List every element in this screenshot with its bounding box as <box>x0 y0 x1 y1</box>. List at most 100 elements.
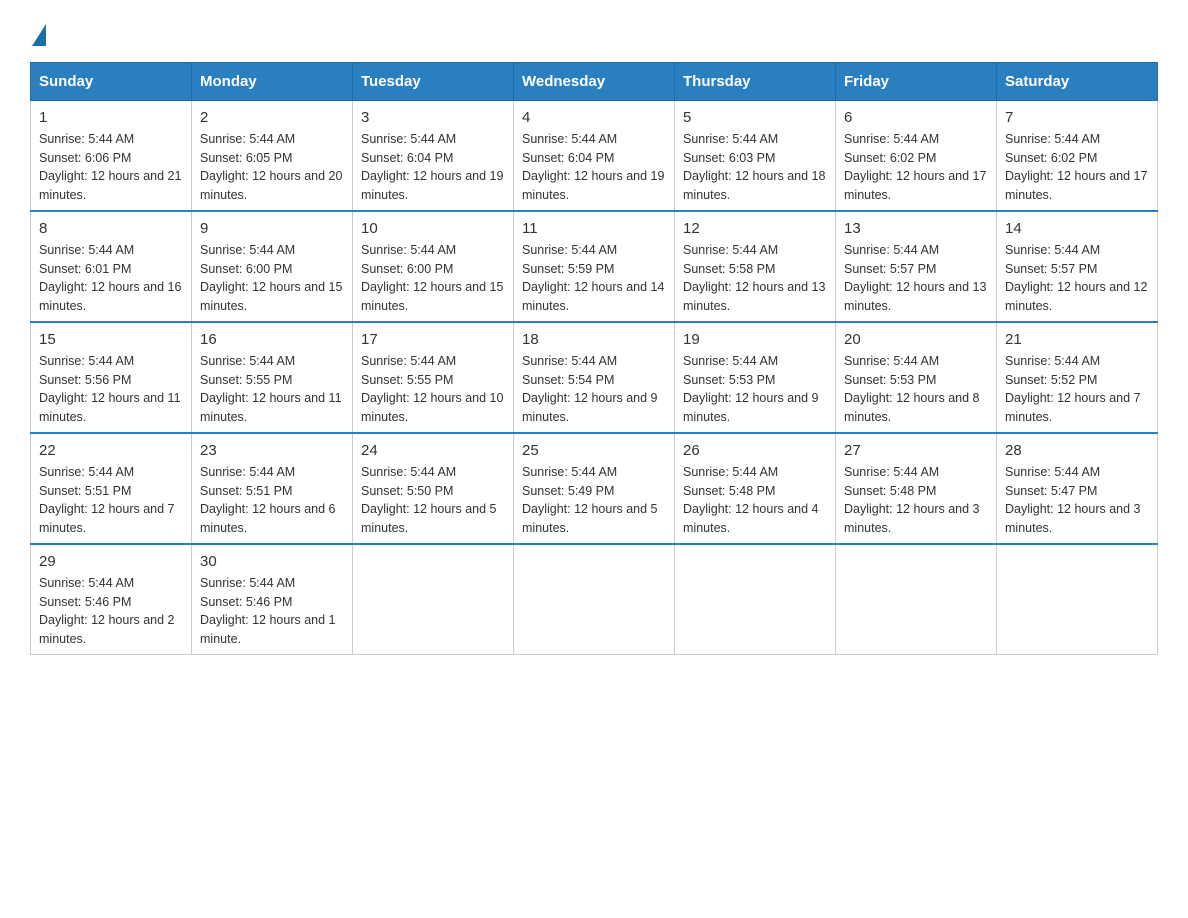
daylight-info: Daylight: 12 hours and 19 minutes. <box>361 169 503 202</box>
sunset-info: Sunset: 5:51 PM <box>200 484 292 498</box>
calendar-cell: 1 Sunrise: 5:44 AM Sunset: 6:06 PM Dayli… <box>31 101 192 212</box>
calendar-cell: 5 Sunrise: 5:44 AM Sunset: 6:03 PM Dayli… <box>675 101 836 212</box>
calendar-cell: 15 Sunrise: 5:44 AM Sunset: 5:56 PM Dayl… <box>31 322 192 433</box>
sunset-info: Sunset: 5:54 PM <box>522 373 614 387</box>
sunset-info: Sunset: 6:00 PM <box>200 262 292 276</box>
sunset-info: Sunset: 5:55 PM <box>361 373 453 387</box>
calendar-cell: 10 Sunrise: 5:44 AM Sunset: 6:00 PM Dayl… <box>353 211 514 322</box>
sunrise-info: Sunrise: 5:44 AM <box>844 132 939 146</box>
sunset-info: Sunset: 6:03 PM <box>683 151 775 165</box>
calendar-cell: 14 Sunrise: 5:44 AM Sunset: 5:57 PM Dayl… <box>997 211 1158 322</box>
calendar-cell: 19 Sunrise: 5:44 AM Sunset: 5:53 PM Dayl… <box>675 322 836 433</box>
sunset-info: Sunset: 5:46 PM <box>39 595 131 609</box>
day-number: 26 <box>683 440 827 461</box>
logo-triangle-icon <box>32 24 46 46</box>
sunset-info: Sunset: 5:52 PM <box>1005 373 1097 387</box>
sunset-info: Sunset: 5:55 PM <box>200 373 292 387</box>
sunrise-info: Sunrise: 5:44 AM <box>39 465 134 479</box>
sunset-info: Sunset: 5:51 PM <box>39 484 131 498</box>
day-number: 2 <box>200 107 344 128</box>
logo <box>30 20 46 42</box>
sunrise-info: Sunrise: 5:44 AM <box>1005 243 1100 257</box>
daylight-info: Daylight: 12 hours and 18 minutes. <box>683 169 825 202</box>
sunrise-info: Sunrise: 5:44 AM <box>522 132 617 146</box>
daylight-info: Daylight: 12 hours and 10 minutes. <box>361 391 503 424</box>
day-number: 21 <box>1005 329 1149 350</box>
sunrise-info: Sunrise: 5:44 AM <box>361 465 456 479</box>
calendar-table: SundayMondayTuesdayWednesdayThursdayFrid… <box>30 62 1158 655</box>
calendar-week-row: 29 Sunrise: 5:44 AM Sunset: 5:46 PM Dayl… <box>31 544 1158 655</box>
sunset-info: Sunset: 6:02 PM <box>1005 151 1097 165</box>
day-number: 10 <box>361 218 505 239</box>
sunrise-info: Sunrise: 5:44 AM <box>683 354 778 368</box>
sunrise-info: Sunrise: 5:44 AM <box>844 243 939 257</box>
daylight-info: Daylight: 12 hours and 19 minutes. <box>522 169 664 202</box>
daylight-info: Daylight: 12 hours and 5 minutes. <box>522 502 658 535</box>
sunset-info: Sunset: 5:46 PM <box>200 595 292 609</box>
sunset-info: Sunset: 6:01 PM <box>39 262 131 276</box>
sunrise-info: Sunrise: 5:44 AM <box>39 354 134 368</box>
sunrise-info: Sunrise: 5:44 AM <box>683 465 778 479</box>
sunrise-info: Sunrise: 5:44 AM <box>200 354 295 368</box>
calendar-cell <box>836 544 997 655</box>
sunset-info: Sunset: 5:53 PM <box>683 373 775 387</box>
sunrise-info: Sunrise: 5:44 AM <box>39 243 134 257</box>
day-number: 22 <box>39 440 183 461</box>
day-number: 16 <box>200 329 344 350</box>
sunrise-info: Sunrise: 5:44 AM <box>522 465 617 479</box>
daylight-info: Daylight: 12 hours and 12 minutes. <box>1005 280 1147 313</box>
day-number: 8 <box>39 218 183 239</box>
daylight-info: Daylight: 12 hours and 3 minutes. <box>844 502 980 535</box>
day-number: 12 <box>683 218 827 239</box>
sunrise-info: Sunrise: 5:44 AM <box>844 465 939 479</box>
sunset-info: Sunset: 6:04 PM <box>522 151 614 165</box>
column-header-saturday: Saturday <box>997 63 1158 101</box>
daylight-info: Daylight: 12 hours and 20 minutes. <box>200 169 342 202</box>
calendar-cell: 13 Sunrise: 5:44 AM Sunset: 5:57 PM Dayl… <box>836 211 997 322</box>
sunrise-info: Sunrise: 5:44 AM <box>683 243 778 257</box>
calendar-cell: 28 Sunrise: 5:44 AM Sunset: 5:47 PM Dayl… <box>997 433 1158 544</box>
daylight-info: Daylight: 12 hours and 11 minutes. <box>200 391 342 424</box>
day-number: 23 <box>200 440 344 461</box>
calendar-cell: 17 Sunrise: 5:44 AM Sunset: 5:55 PM Dayl… <box>353 322 514 433</box>
sunrise-info: Sunrise: 5:44 AM <box>39 576 134 590</box>
sunset-info: Sunset: 5:57 PM <box>844 262 936 276</box>
calendar-cell: 24 Sunrise: 5:44 AM Sunset: 5:50 PM Dayl… <box>353 433 514 544</box>
daylight-info: Daylight: 12 hours and 15 minutes. <box>361 280 503 313</box>
calendar-cell: 23 Sunrise: 5:44 AM Sunset: 5:51 PM Dayl… <box>192 433 353 544</box>
calendar-cell: 26 Sunrise: 5:44 AM Sunset: 5:48 PM Dayl… <box>675 433 836 544</box>
sunset-info: Sunset: 5:56 PM <box>39 373 131 387</box>
daylight-info: Daylight: 12 hours and 5 minutes. <box>361 502 497 535</box>
calendar-cell: 21 Sunrise: 5:44 AM Sunset: 5:52 PM Dayl… <box>997 322 1158 433</box>
calendar-cell <box>675 544 836 655</box>
daylight-info: Daylight: 12 hours and 7 minutes. <box>1005 391 1141 424</box>
daylight-info: Daylight: 12 hours and 9 minutes. <box>522 391 658 424</box>
calendar-cell <box>514 544 675 655</box>
sunset-info: Sunset: 6:00 PM <box>361 262 453 276</box>
calendar-cell: 22 Sunrise: 5:44 AM Sunset: 5:51 PM Dayl… <box>31 433 192 544</box>
daylight-info: Daylight: 12 hours and 3 minutes. <box>1005 502 1141 535</box>
daylight-info: Daylight: 12 hours and 21 minutes. <box>39 169 181 202</box>
calendar-cell: 20 Sunrise: 5:44 AM Sunset: 5:53 PM Dayl… <box>836 322 997 433</box>
sunrise-info: Sunrise: 5:44 AM <box>200 132 295 146</box>
sunset-info: Sunset: 6:05 PM <box>200 151 292 165</box>
calendar-cell: 18 Sunrise: 5:44 AM Sunset: 5:54 PM Dayl… <box>514 322 675 433</box>
day-number: 1 <box>39 107 183 128</box>
daylight-info: Daylight: 12 hours and 6 minutes. <box>200 502 336 535</box>
sunrise-info: Sunrise: 5:44 AM <box>1005 132 1100 146</box>
calendar-cell: 3 Sunrise: 5:44 AM Sunset: 6:04 PM Dayli… <box>353 101 514 212</box>
calendar-cell: 29 Sunrise: 5:44 AM Sunset: 5:46 PM Dayl… <box>31 544 192 655</box>
day-number: 19 <box>683 329 827 350</box>
daylight-info: Daylight: 12 hours and 9 minutes. <box>683 391 819 424</box>
daylight-info: Daylight: 12 hours and 11 minutes. <box>39 391 181 424</box>
sunset-info: Sunset: 5:57 PM <box>1005 262 1097 276</box>
daylight-info: Daylight: 12 hours and 8 minutes. <box>844 391 980 424</box>
day-number: 4 <box>522 107 666 128</box>
sunrise-info: Sunrise: 5:44 AM <box>1005 465 1100 479</box>
calendar-cell: 25 Sunrise: 5:44 AM Sunset: 5:49 PM Dayl… <box>514 433 675 544</box>
sunset-info: Sunset: 5:48 PM <box>844 484 936 498</box>
sunset-info: Sunset: 6:02 PM <box>844 151 936 165</box>
calendar-cell: 2 Sunrise: 5:44 AM Sunset: 6:05 PM Dayli… <box>192 101 353 212</box>
calendar-week-row: 1 Sunrise: 5:44 AM Sunset: 6:06 PM Dayli… <box>31 101 1158 212</box>
calendar-cell: 11 Sunrise: 5:44 AM Sunset: 5:59 PM Dayl… <box>514 211 675 322</box>
